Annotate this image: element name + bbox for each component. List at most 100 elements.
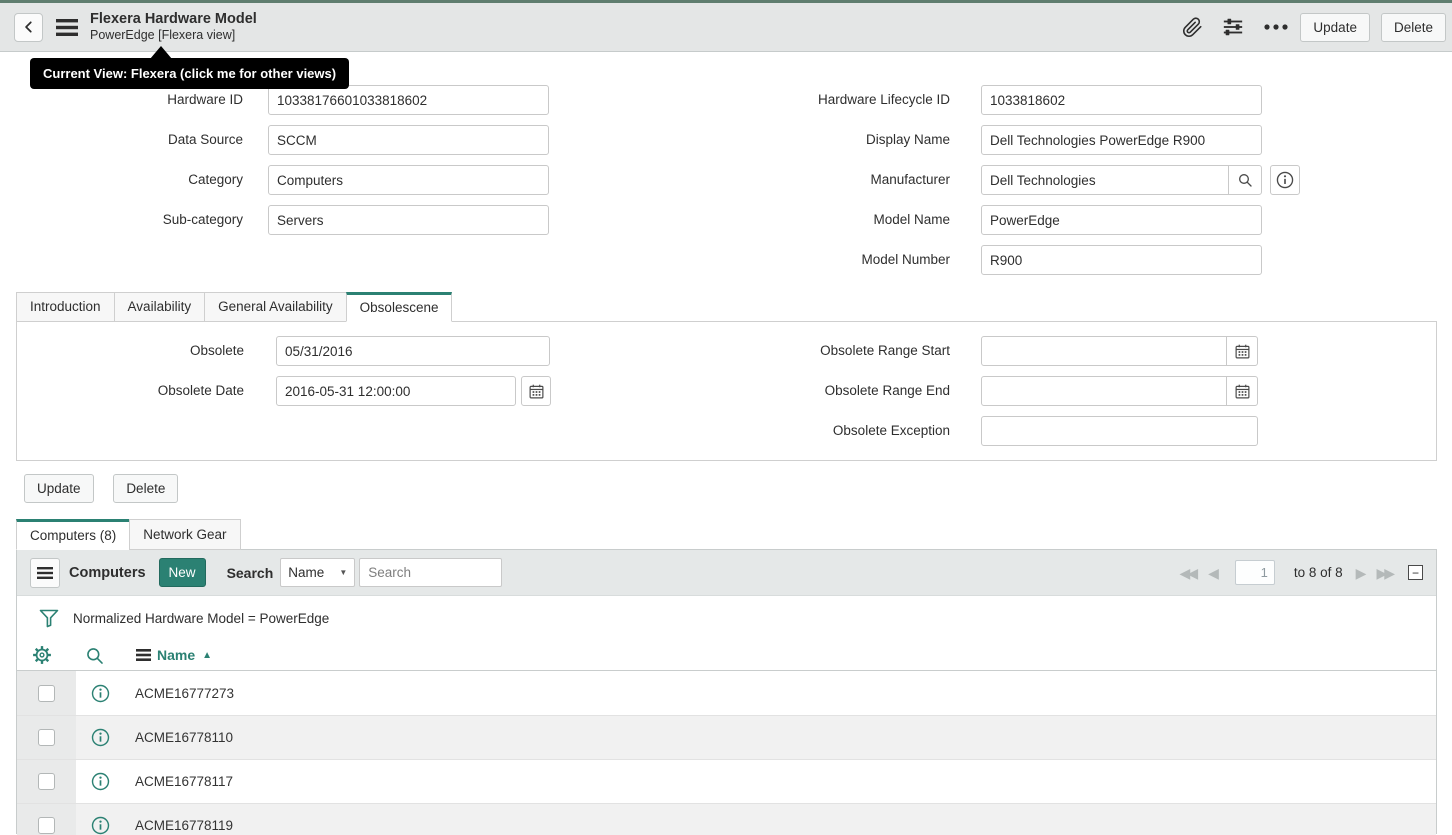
tab-computers[interactable]: Computers (8) [16,519,130,550]
table-row: ACME16777273 [17,671,1436,715]
tab-availability[interactable]: Availability [114,292,206,322]
field-label: Obsolete [17,336,244,366]
last-page-icon[interactable]: ▶▶ [1376,566,1392,580]
category-input[interactable] [268,165,549,195]
table-row: ACME16778119 [17,803,1436,835]
field-row-category: Category [16,165,549,195]
obsolete-input[interactable] [276,336,550,366]
attachment-paperclip-icon[interactable] [1182,17,1203,38]
info-icon [1276,171,1294,189]
filter-funnel-icon[interactable] [39,609,59,628]
field-label: Hardware Lifecycle ID [700,85,950,115]
record-link[interactable]: ACME16778110 [135,730,233,745]
calendar-icon [1234,343,1251,360]
row-preview-button[interactable] [76,804,124,835]
list-title: Computers [69,565,146,581]
display-name-input[interactable] [981,125,1262,155]
search-icon [1237,172,1253,188]
model-name-input[interactable] [981,205,1262,235]
list-context-menu-button[interactable] [30,558,60,588]
sort-ascending-icon[interactable]: ▲ [202,650,212,661]
tab-network-gear[interactable]: Network Gear [129,519,240,550]
collapse-list-icon[interactable]: − [1408,565,1423,580]
record-link[interactable]: ACME16778117 [135,774,233,789]
field-label: Model Name [700,205,950,235]
field-label: Category [16,165,243,195]
previous-page-icon[interactable]: ◀ [1208,566,1216,580]
field-row-display-name: Display Name [700,125,1262,155]
more-options-icon[interactable] [1263,22,1289,32]
tab-introduction[interactable]: Introduction [16,292,115,322]
header-actions: Update Delete [1163,13,1446,42]
new-record-button[interactable]: New [159,558,206,587]
sub-category-input[interactable] [268,205,549,235]
row-preview-button[interactable] [76,671,124,715]
first-page-icon[interactable]: ◀◀ [1180,566,1196,580]
filter-breadcrumb[interactable]: Normalized Hardware Model = PowerEdge [73,611,329,626]
row-name-cell: ACME16777273 [124,671,234,715]
related-list-tabs: Computers (8) Network Gear [16,519,1437,549]
field-row-manufacturer: Manufacturer [700,165,1300,195]
list-search-input[interactable] [359,558,502,587]
back-button[interactable] [14,13,43,42]
hardware-id-input[interactable] [268,85,549,115]
field-row-model-name: Model Name [700,205,1262,235]
obsolete-date-calendar-button[interactable] [521,376,551,406]
form-context-menu-icon[interactable] [56,19,78,36]
page-subtitle-view[interactable]: PowerEdge [Flexera view] [90,28,257,44]
info-icon [91,772,110,791]
personalize-list-gear-icon[interactable] [32,645,52,665]
search-field-select[interactable]: Name ▼ [280,558,355,587]
field-label: Sub-category [16,205,243,235]
chevron-down-icon: ▼ [339,568,347,577]
delete-button[interactable]: Delete [1381,13,1446,42]
row-preview-button[interactable] [76,716,124,759]
obsolete-range-end-input[interactable] [982,377,1226,405]
obsolete-date-input[interactable] [276,376,516,406]
manufacturer-input[interactable] [981,165,1262,195]
page-title: Flexera Hardware Model [90,10,257,28]
form-tabs: Introduction Availability General Availa… [16,292,1437,321]
row-checkbox[interactable] [38,729,55,746]
tooltip-text: Current View: Flexera (click me for othe… [43,66,336,81]
column-context-menu-icon[interactable] [136,649,151,661]
record-link[interactable]: ACME16777273 [135,686,234,701]
row-checkbox[interactable] [38,817,55,834]
obsolete-range-start-input[interactable] [982,337,1226,365]
form-delete-button[interactable]: Delete [113,474,178,503]
personalize-sliders-icon[interactable] [1222,16,1244,38]
tab-obsolescene[interactable]: Obsolescene [346,292,453,322]
tab-general-availability[interactable]: General Availability [204,292,347,322]
list-search-icon[interactable] [85,646,104,665]
hamburger-icon [37,567,53,579]
table-row: ACME16778110 [17,715,1436,759]
data-source-input[interactable] [268,125,549,155]
hardware-lifecycle-id-input[interactable] [981,85,1262,115]
update-button[interactable]: Update [1300,13,1370,42]
record-link[interactable]: ACME16778119 [135,818,233,833]
field-row-obsolete-range-end: Obsolete Range End [700,376,1258,406]
field-row-obsolete-exception: Obsolete Exception [700,416,1258,446]
obsolete-range-start-calendar-button[interactable] [1226,337,1257,365]
current-view-tooltip[interactable]: Current View: Flexera (click me for othe… [30,58,349,89]
page: Flexera Hardware Model PowerEdge [Flexer… [0,0,1452,835]
row-checkbox[interactable] [38,773,55,790]
row-checkbox[interactable] [38,685,55,702]
form-update-button[interactable]: Update [24,474,94,503]
row-preview-button[interactable] [76,760,124,803]
list-filter-row: Normalized Hardware Model = PowerEdge [17,596,1436,640]
page-number-input[interactable] [1235,560,1275,585]
list-rows: ACME16777273 ACME16778110 ACME16778117 A… [17,671,1436,835]
field-label: Obsolete Range Start [700,336,950,366]
field-row-hardware-lifecycle-id: Hardware Lifecycle ID [700,85,1262,115]
column-header-name[interactable]: Name [157,647,195,663]
field-row-data-source: Data Source [16,125,549,155]
manufacturer-preview-button[interactable] [1270,165,1300,195]
obsolete-exception-input[interactable] [981,416,1258,446]
manufacturer-lookup-button[interactable] [1228,166,1261,194]
next-page-icon[interactable]: ▶ [1356,566,1364,580]
search-label: Search [227,565,274,581]
model-number-input[interactable] [981,245,1262,275]
obsolete-range-end-calendar-button[interactable] [1226,377,1257,405]
list-column-header-row: Name ▲ [17,640,1436,671]
